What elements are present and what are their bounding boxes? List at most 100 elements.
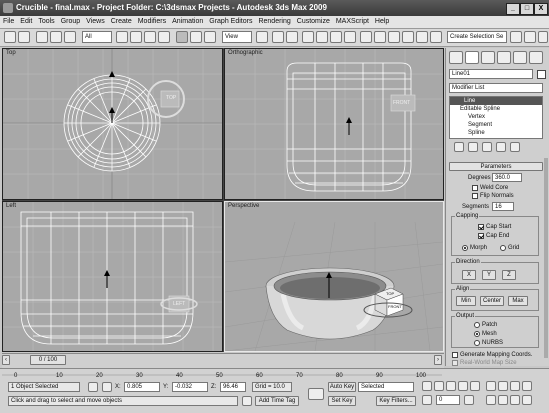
align-min-button[interactable]: Min [456,296,476,306]
zoom-extents-all-icon[interactable] [522,381,532,391]
render-setup-icon[interactable] [524,31,536,43]
weld-core-checkbox[interactable] [472,185,478,191]
patch-radio[interactable] [474,322,480,328]
key-selection-dropdown[interactable]: Selected [358,382,414,392]
viewport-left[interactable]: Left LEFT [2,201,223,352]
align-center-button[interactable]: Center [480,296,504,306]
named-selection-sets-dropdown[interactable]: Create Selection Se [447,31,507,43]
snaps-toggle-icon[interactable] [302,31,314,43]
remove-modifier-icon[interactable] [496,142,506,152]
menu-group[interactable]: Group [58,16,83,28]
percent-snap-icon[interactable] [330,31,342,43]
select-and-scale-icon[interactable] [204,31,216,43]
object-color-swatch[interactable] [537,70,546,79]
zoom-extents-icon[interactable] [510,381,520,391]
menu-customize[interactable]: Customize [294,16,333,28]
cap-end-checkbox[interactable] [478,233,484,239]
time-tag-icon[interactable] [242,396,252,406]
show-end-result-icon[interactable] [468,142,478,152]
unlink-icon[interactable] [50,31,62,43]
time-slider[interactable]: ‹ 0 / 100 › [2,353,444,368]
viewport-orthographic[interactable]: Orthographic FRONT [224,48,444,200]
select-and-manipulate-icon[interactable] [272,31,284,43]
time-prev-arrow-icon[interactable]: ‹ [2,355,10,365]
maximize-viewport-icon[interactable] [522,395,532,405]
pin-stack-icon[interactable] [454,142,464,152]
modifier-list-dropdown[interactable]: Modifier List [449,83,543,93]
pivot-center-icon[interactable] [256,31,268,43]
stack-item-line[interactable]: Line [450,97,542,105]
zoom-icon[interactable] [486,381,496,391]
spinner-snap-icon[interactable] [344,31,356,43]
set-key-mode-key-icon[interactable] [308,388,324,400]
parameters-rollout-header[interactable]: Parameters [449,162,543,171]
window-crossing-icon[interactable] [158,31,170,43]
redo-icon[interactable] [18,31,30,43]
menu-views[interactable]: Views [83,16,108,28]
render-icon[interactable] [538,31,548,43]
degrees-spinner[interactable]: 360.0 [492,173,522,182]
mirror-icon[interactable] [374,31,386,43]
stack-item-editable-spline[interactable]: Editable Spline [460,105,500,113]
material-editor-icon[interactable] [510,31,522,43]
reference-coordinate-dropdown[interactable]: View [222,31,252,43]
menu-modifiers[interactable]: Modifiers [135,16,169,28]
x-coordinate-field[interactable]: 0.805 [124,382,160,392]
orbit-icon[interactable] [510,395,520,405]
current-frame-field[interactable]: 0 [436,395,460,405]
viewport-label-left[interactable]: Left [6,203,16,209]
align-icon[interactable] [388,31,400,43]
link-icon[interactable] [36,31,48,43]
grid-radio[interactable] [500,245,506,251]
object-name-field[interactable]: Line01 [449,69,533,79]
real-world-map-checkbox[interactable] [452,360,458,366]
viewcube-front-label[interactable]: FRONT [393,99,410,107]
minimize-button[interactable]: _ [506,3,520,15]
viewport-label-perspective[interactable]: Perspective [228,203,259,209]
viewport-label-orthographic[interactable]: Orthographic [228,50,263,56]
make-unique-icon[interactable] [482,142,492,152]
command-panel-scrollbar[interactable] [544,158,548,358]
motion-tab-icon[interactable] [497,51,511,64]
keyboard-shortcut-icon[interactable] [286,31,298,43]
menu-create[interactable]: Create [108,16,135,28]
select-by-name-icon[interactable] [130,31,142,43]
utilities-tab-icon[interactable] [529,51,543,64]
rectangular-selection-icon[interactable] [144,31,156,43]
next-frame-icon[interactable] [458,381,468,391]
z-coordinate-field[interactable]: 96.46 [220,382,246,392]
time-configuration-icon[interactable] [464,395,474,405]
direction-y-button[interactable]: Y [482,270,496,280]
menu-file[interactable]: File [0,16,17,28]
direction-z-button[interactable]: Z [502,270,516,280]
menu-edit[interactable]: Edit [17,16,35,28]
viewport-perspective[interactable]: Perspective TOP FRONT [224,201,444,352]
curve-editor-icon[interactable] [416,31,428,43]
cap-start-checkbox[interactable] [478,224,484,230]
key-filters-button[interactable]: Key Filters... [376,396,416,406]
select-and-rotate-icon[interactable] [190,31,202,43]
zoom-all-icon[interactable] [498,381,508,391]
viewcube-left-label[interactable]: LEFT [173,300,185,308]
select-object-icon[interactable] [116,31,128,43]
menu-maxscript[interactable]: MAXScript [333,16,372,28]
close-button[interactable]: X [534,3,548,15]
schematic-view-icon[interactable] [430,31,442,43]
viewport-top[interactable]: Top TOP [2,48,223,200]
layer-manager-icon[interactable] [402,31,414,43]
flip-normals-checkbox[interactable] [472,193,478,199]
maximize-button[interactable]: □ [520,3,534,15]
lock-selection-icon[interactable] [88,382,98,392]
viewcube-top-label[interactable]: TOP [166,94,176,102]
set-key-button[interactable]: Set Key [328,396,356,406]
select-and-move-icon[interactable] [176,31,188,43]
configure-modifier-sets-icon[interactable] [510,142,520,152]
menu-graph-editors[interactable]: Graph Editors [206,16,255,28]
absolute-mode-icon[interactable] [102,382,112,392]
time-next-arrow-icon[interactable]: › [434,355,442,365]
app-icon[interactable] [3,3,13,13]
viewport-label-top[interactable]: Top [6,50,16,56]
modify-tab-icon[interactable] [465,51,479,64]
menu-rendering[interactable]: Rendering [255,16,293,28]
y-coordinate-field[interactable]: -0.032 [172,382,208,392]
